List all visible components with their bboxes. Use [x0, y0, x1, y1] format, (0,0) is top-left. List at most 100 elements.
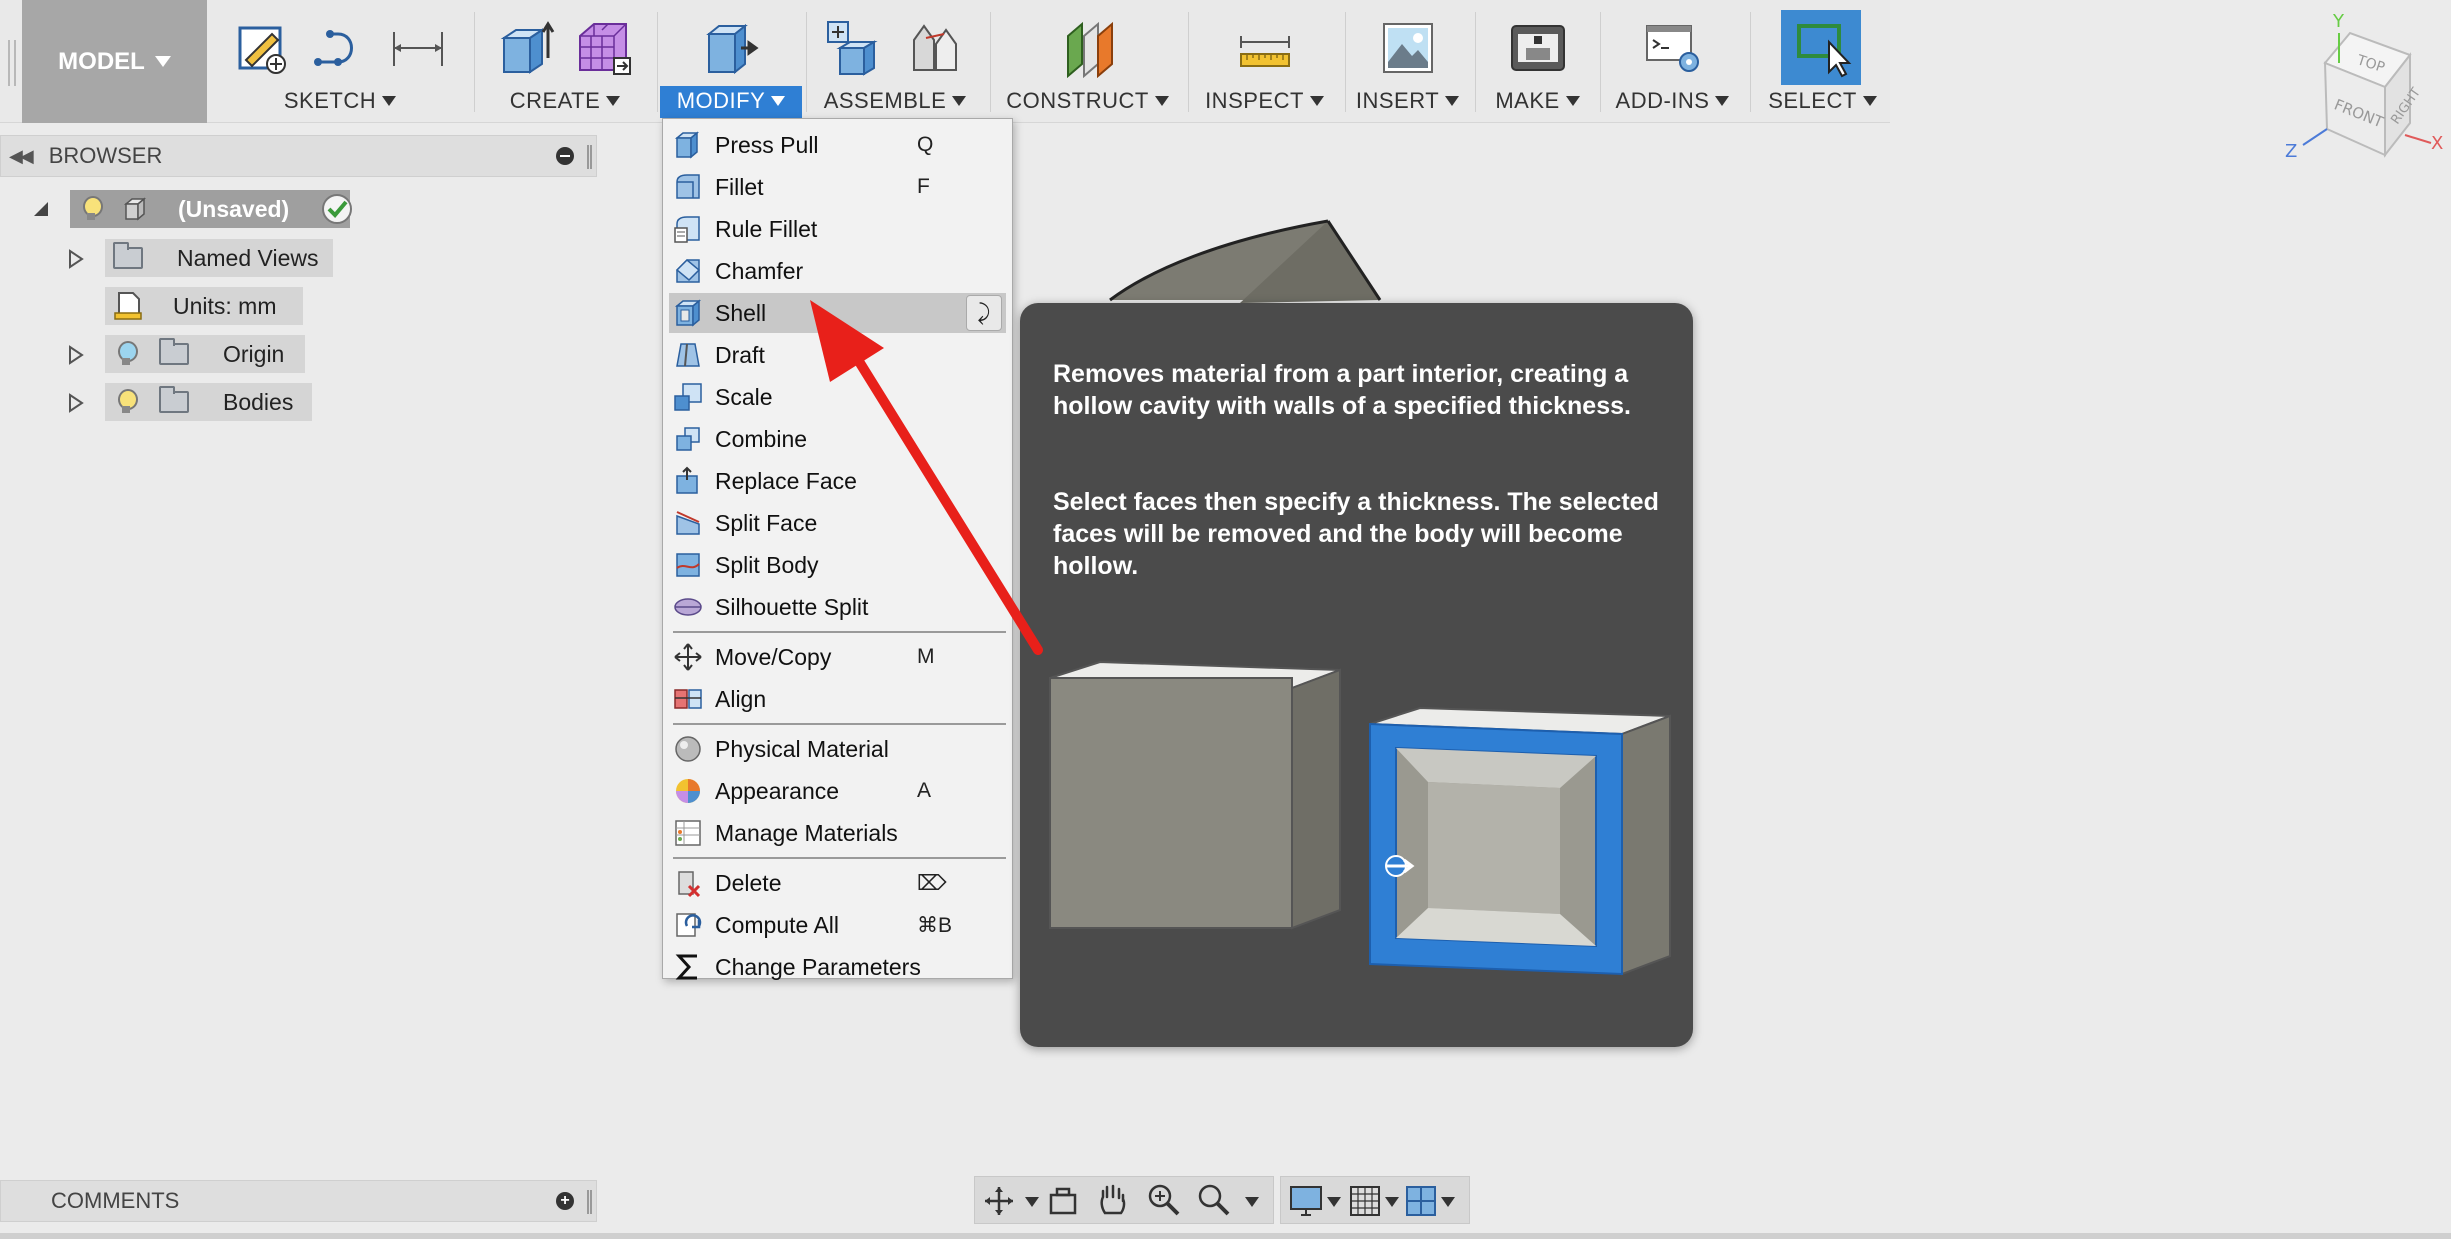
toolbar-group-insert: INSERT — [1350, 0, 1465, 123]
create-menu-button[interactable]: CREATE — [480, 88, 650, 114]
named-views-label: Named Views — [177, 244, 319, 271]
insert-image-icon[interactable] — [1378, 18, 1438, 78]
scripts-addins-icon[interactable] — [1643, 18, 1703, 78]
root-label: (Unsaved) — [178, 195, 290, 222]
make-menu-button[interactable]: MAKE — [1480, 88, 1595, 114]
joint-icon[interactable] — [904, 18, 964, 78]
browser-root-row[interactable]: (Unsaved) — [30, 190, 370, 228]
panel-grip-icon[interactable] — [587, 1190, 592, 1214]
addins-menu-button[interactable]: ADD-INS — [1605, 88, 1740, 114]
pan-hand-icon[interactable] — [1097, 1183, 1129, 1217]
menu-item-physical-material[interactable]: Physical Material — [669, 729, 1006, 769]
look-at-icon[interactable] — [1047, 1185, 1079, 1217]
root-node[interactable]: (Unsaved) — [70, 190, 350, 228]
move-copy-icon — [674, 643, 702, 671]
offset-plane-icon[interactable] — [1058, 18, 1118, 78]
component-icon — [123, 197, 147, 221]
insert-menu-button[interactable]: INSERT — [1350, 88, 1465, 114]
panel-grip-icon[interactable] — [587, 145, 592, 169]
chevron-down-icon — [154, 56, 171, 67]
shortcut-press-pull: Q — [917, 133, 934, 156]
minimize-icon[interactable] — [556, 147, 574, 165]
menu-item-delete[interactable]: Delete ⌦ — [669, 863, 1006, 903]
display-settings-icon[interactable] — [1289, 1185, 1323, 1217]
toolbar-separator — [1750, 12, 1751, 112]
grid-dropdown-icon[interactable] — [1385, 1197, 1399, 1207]
toolbar-grip[interactable] — [8, 40, 16, 86]
silhouette-split-icon — [674, 598, 702, 616]
tooltip-description: Removes material from a part interior, c… — [1053, 360, 1631, 420]
display-settings-bar — [1280, 1176, 1470, 1224]
delete-icon — [678, 871, 701, 898]
form-icon[interactable] — [574, 18, 634, 78]
units-document-icon — [114, 292, 142, 320]
compute-all-icon — [676, 913, 702, 937]
bodies-label: Bodies — [223, 388, 294, 415]
viewports-icon[interactable] — [1405, 1185, 1437, 1217]
visibility-bulb-icon[interactable] — [117, 389, 138, 415]
workspace-label: MODEL — [58, 47, 145, 75]
assemble-menu-button[interactable]: ASSEMBLE — [810, 88, 980, 114]
comments-title: COMMENTS — [51, 1188, 180, 1213]
menu-item-press-pull[interactable]: Press Pull Q — [669, 125, 1006, 165]
viewcube[interactable]: TOP FRONT RIGHT Y Z X — [2255, 5, 2445, 185]
sketch-dimension-icon[interactable] — [388, 18, 448, 78]
zoom-dropdown-icon[interactable] — [1245, 1197, 1259, 1207]
named-views-node[interactable]: Named Views — [105, 239, 333, 277]
press-pull-icon[interactable] — [701, 18, 761, 78]
construct-menu-button[interactable]: CONSTRUCT — [995, 88, 1180, 114]
inspect-menu-button[interactable]: INSPECT — [1192, 88, 1337, 114]
sketch-line-icon[interactable] — [310, 18, 370, 78]
display-settings-dropdown-icon[interactable] — [1327, 1197, 1341, 1207]
measure-icon[interactable] — [1235, 18, 1295, 78]
origin-label: Origin — [223, 340, 285, 367]
menu-item-change-parameters[interactable]: Change Parameters — [669, 947, 1006, 987]
expand-triangle-icon[interactable] — [68, 345, 84, 365]
modify-menu-button[interactable]: MODIFY — [660, 88, 802, 114]
orbit-dropdown-icon[interactable] — [1025, 1197, 1039, 1207]
viewports-dropdown-icon[interactable] — [1441, 1197, 1455, 1207]
sketch-menu-button[interactable]: SKETCH — [215, 88, 465, 114]
toolbar-separator — [806, 12, 807, 112]
tooltip-instructions: Select faces then specify a thickness. T… — [1053, 488, 1659, 580]
visibility-bulb-icon[interactable] — [82, 196, 103, 222]
select-menu-button[interactable]: SELECT — [1755, 88, 1890, 114]
menu-item-manage-materials[interactable]: Manage Materials — [669, 813, 1006, 853]
units-node[interactable]: Units: mm — [105, 287, 303, 325]
menu-item-align[interactable]: Align — [669, 679, 1006, 719]
add-comment-icon[interactable]: + — [556, 1192, 574, 1210]
model-body[interactable] — [1090, 215, 1390, 305]
browser-item-bodies[interactable]: Bodies — [0, 383, 360, 421]
toolbar-group-assemble: ASSEMBLE — [810, 0, 980, 123]
3d-print-icon[interactable] — [1508, 18, 1568, 78]
create-sketch-icon[interactable] — [232, 18, 292, 78]
fit-zoom-icon[interactable] — [1197, 1183, 1231, 1217]
browser-item-units[interactable]: Units: mm — [0, 287, 360, 325]
bodies-node[interactable]: Bodies — [105, 383, 312, 421]
toolbar-separator — [1188, 12, 1189, 112]
select-cursor-icon[interactable] — [1793, 18, 1853, 78]
zoom-icon[interactable] — [1147, 1183, 1181, 1217]
expand-triangle-icon[interactable] — [68, 393, 84, 413]
split-face-icon — [676, 511, 700, 535]
browser-item-named-views[interactable]: Named Views — [0, 239, 360, 277]
menu-item-rule-fillet[interactable]: Rule Fillet — [669, 209, 1006, 249]
menu-item-appearance[interactable]: Appearance A — [669, 771, 1006, 811]
visibility-bulb-icon[interactable] — [117, 341, 138, 367]
browser-header: ◀◀ BROWSER — [0, 135, 597, 177]
menu-item-compute-all[interactable]: Compute All ⌘B — [669, 905, 1006, 945]
extrude-icon[interactable] — [496, 18, 556, 78]
toolbar-group-addins: ADD-INS — [1605, 0, 1740, 123]
grid-settings-icon[interactable] — [1349, 1185, 1381, 1217]
comments-panel-header[interactable]: COMMENTS + — [0, 1180, 597, 1222]
new-component-icon[interactable] — [826, 18, 886, 78]
origin-node[interactable]: Origin — [105, 335, 305, 373]
expand-triangle-icon[interactable] — [68, 249, 84, 269]
expanded-triangle-icon[interactable] — [32, 200, 50, 218]
workspace-switcher-button[interactable]: MODEL — [22, 0, 207, 123]
active-check-icon[interactable] — [320, 192, 354, 226]
orbit-icon[interactable] — [983, 1185, 1015, 1217]
browser-item-origin[interactable]: Origin — [0, 335, 360, 373]
collapse-panel-icon[interactable]: ◀◀ — [9, 146, 34, 167]
menu-item-fillet[interactable]: Fillet F — [669, 167, 1006, 207]
